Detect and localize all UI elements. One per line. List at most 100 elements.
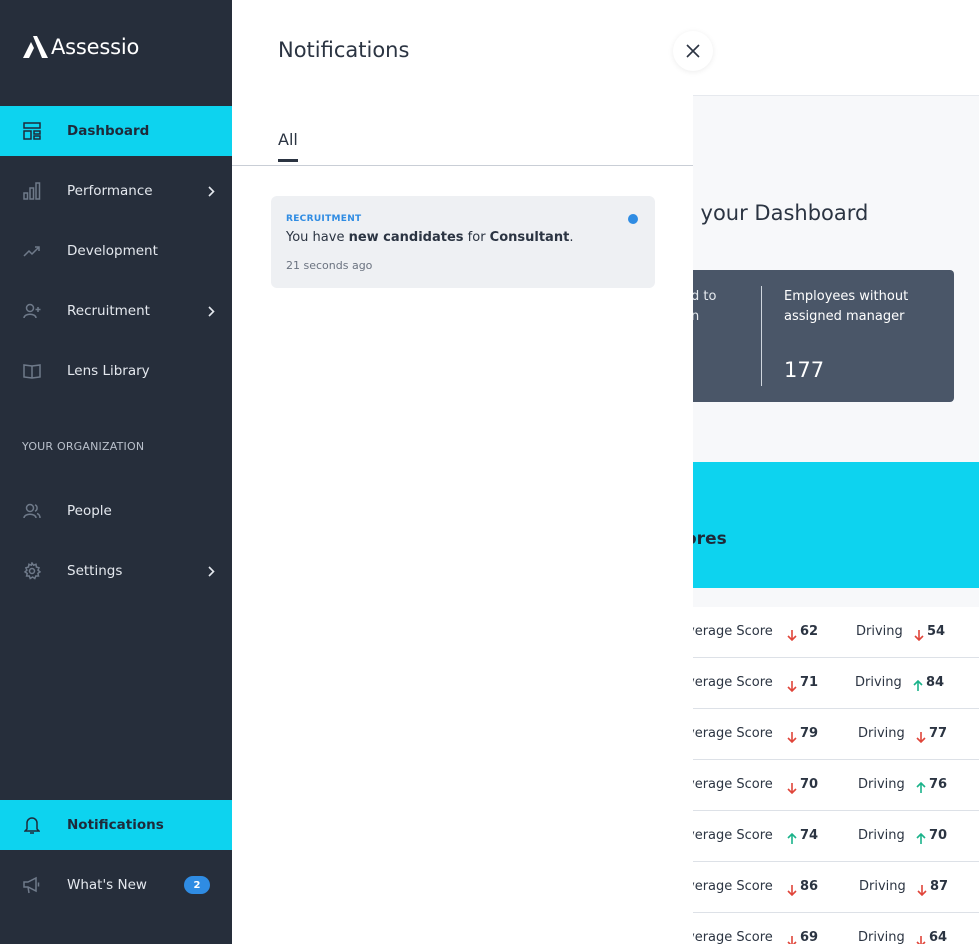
sidebar-item-label: Recruitment bbox=[67, 303, 150, 319]
arrow-down-icon bbox=[787, 677, 797, 693]
sidebar-item-lens-library[interactable]: Lens Library bbox=[0, 346, 232, 396]
book-icon bbox=[22, 361, 42, 381]
sidebar-item-label: Lens Library bbox=[67, 363, 150, 379]
notification-category: RECRUITMENT bbox=[286, 214, 362, 224]
average-score-value: 79 bbox=[800, 726, 819, 741]
sidebar-item-settings[interactable]: Settings bbox=[0, 546, 232, 596]
stats-value-unassigned-manager: 177 bbox=[784, 358, 825, 382]
arrow-down-icon bbox=[787, 779, 797, 795]
dashboard-welcome-title: o your Dashboard bbox=[693, 201, 869, 225]
driving-value: 64 bbox=[929, 930, 948, 944]
arrow-down-icon bbox=[787, 932, 797, 944]
section-title-organization: YOUR ORGANIZATION bbox=[22, 440, 145, 453]
driving-value: 70 bbox=[929, 828, 948, 843]
chevron-right-icon bbox=[206, 565, 216, 577]
assessio-logo-icon bbox=[23, 36, 48, 58]
notification-message: You have new candidates for Consultant. bbox=[286, 230, 574, 245]
average-score-value: 71 bbox=[800, 675, 819, 690]
average-score-label: verage Score bbox=[693, 930, 773, 944]
whats-new-badge: 2 bbox=[184, 876, 210, 894]
dashboard-background: o your Dashboard ed to on Employees with… bbox=[693, 0, 979, 944]
arrow-up-icon bbox=[787, 830, 797, 844]
average-score-label: verage Score bbox=[693, 675, 773, 690]
bell-icon bbox=[22, 815, 42, 835]
sidebar-item-label: What's New bbox=[67, 877, 147, 893]
table-row: verage Score 62 Driving 54 bbox=[693, 607, 979, 658]
megaphone-icon bbox=[22, 875, 42, 895]
sidebar-item-label: Dashboard bbox=[67, 123, 150, 139]
sidebar-item-whats-new[interactable]: What's New 2 bbox=[0, 860, 232, 910]
average-score-value: 62 bbox=[800, 624, 819, 639]
bar-chart-icon bbox=[22, 181, 42, 201]
driving-label: Driving bbox=[855, 675, 902, 690]
driving-label: Driving bbox=[856, 624, 903, 639]
average-score-value: 69 bbox=[800, 930, 819, 944]
arrow-up-icon bbox=[916, 779, 926, 793]
close-panel-button[interactable] bbox=[673, 31, 713, 71]
sidebar-item-label: Performance bbox=[67, 183, 153, 199]
table-row: verage Score 74 Driving 70 bbox=[693, 811, 979, 862]
notification-item[interactable]: RECRUITMENT You have new candidates for … bbox=[271, 196, 655, 288]
sidebar-item-performance[interactable]: Performance bbox=[0, 166, 232, 216]
sidebar-item-recruitment[interactable]: Recruitment bbox=[0, 286, 232, 336]
average-score-value: 74 bbox=[800, 828, 819, 843]
chevron-right-icon bbox=[206, 185, 216, 197]
driving-value: 87 bbox=[930, 879, 949, 894]
arrow-down-icon bbox=[916, 728, 926, 744]
panel-title: Notifications bbox=[278, 38, 410, 62]
driving-value: 77 bbox=[929, 726, 948, 741]
stats-cut-label: ed to on bbox=[693, 289, 717, 324]
stats-card: ed to on Employees without assigned mana… bbox=[693, 270, 954, 402]
chevron-right-icon bbox=[206, 305, 216, 317]
unread-dot bbox=[628, 214, 638, 224]
arrow-down-icon bbox=[917, 881, 927, 897]
stats-divider bbox=[761, 286, 762, 386]
driving-value: 76 bbox=[929, 777, 948, 792]
sidebar-item-development[interactable]: Development bbox=[0, 226, 232, 276]
table-row: verage Score 70 Driving 76 bbox=[693, 760, 979, 811]
average-score-value: 86 bbox=[800, 879, 819, 894]
sidebar-item-people[interactable]: People bbox=[0, 486, 232, 536]
driving-label: Driving bbox=[858, 828, 905, 843]
sidebar-item-label: People bbox=[67, 503, 112, 519]
sidebar-item-label: Settings bbox=[67, 563, 123, 579]
sidebar: Assessio Dashboard Performance Developme… bbox=[0, 0, 232, 944]
notification-time: 21 seconds ago bbox=[286, 259, 373, 272]
table-row: verage Score 69 Driving 64 bbox=[693, 913, 979, 944]
average-score-label: verage Score bbox=[693, 726, 773, 741]
average-score-label: verage Score bbox=[693, 624, 773, 639]
arrow-up-icon bbox=[913, 677, 923, 691]
gear-icon bbox=[22, 561, 42, 581]
stats-label-unassigned-manager: Employees without assigned manager bbox=[784, 289, 909, 324]
table-row: verage Score 71 Driving 84 bbox=[693, 658, 979, 709]
average-score-label: verage Score bbox=[693, 828, 773, 843]
table-row: verage Score 86 Driving 87 bbox=[693, 862, 979, 913]
arrow-down-icon bbox=[787, 626, 797, 642]
average-score-label: verage Score bbox=[693, 777, 773, 792]
driving-label: Driving bbox=[858, 726, 905, 741]
arrow-down-icon bbox=[914, 626, 924, 642]
notification-tabs: All bbox=[232, 124, 693, 166]
brand-name: Assessio bbox=[51, 35, 140, 59]
close-icon bbox=[686, 44, 700, 58]
sidebar-item-dashboard[interactable]: Dashboard bbox=[0, 106, 232, 156]
sidebar-item-label: Development bbox=[67, 243, 158, 259]
sidebar-item-label: Notifications bbox=[67, 817, 164, 833]
arrow-down-icon bbox=[787, 881, 797, 897]
dashboard-header bbox=[693, 0, 979, 96]
people-icon bbox=[22, 501, 42, 521]
user-plus-icon bbox=[22, 301, 42, 321]
sidebar-item-notifications[interactable]: Notifications bbox=[0, 800, 232, 850]
driving-value: 54 bbox=[927, 624, 946, 639]
driving-label: Driving bbox=[859, 879, 906, 894]
average-score-label: verage Score bbox=[693, 879, 773, 894]
arrow-down-icon bbox=[787, 728, 797, 744]
scores-banner: ores bbox=[693, 462, 979, 588]
average-score-value: 70 bbox=[800, 777, 819, 792]
arrow-up-icon bbox=[916, 830, 926, 844]
driving-value: 84 bbox=[926, 675, 945, 690]
tab-all[interactable]: All bbox=[278, 130, 298, 162]
notifications-panel: Notifications All RECRUITMENT You have n… bbox=[232, 0, 693, 944]
trend-up-icon bbox=[22, 241, 42, 261]
brand-logo[interactable]: Assessio bbox=[22, 35, 139, 59]
